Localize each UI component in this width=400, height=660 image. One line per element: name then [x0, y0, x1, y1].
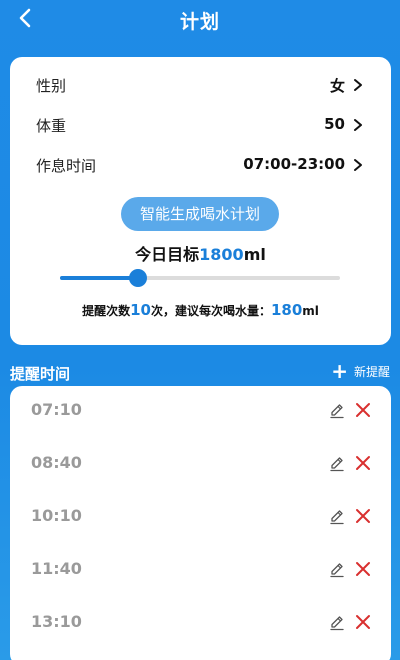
reminder-list: 07:10 08:40 10:10 11:40 13:10: [10, 386, 391, 660]
delete-x-icon[interactable]: [354, 613, 372, 631]
edit-pencil-icon[interactable]: [328, 561, 346, 579]
gender-label: 性别: [36, 77, 67, 95]
reminder-time[interactable]: 13:10: [31, 612, 82, 631]
edit-pencil-icon[interactable]: [328, 508, 346, 526]
weight-label: 体重: [36, 117, 67, 135]
slider-fill: [60, 276, 139, 280]
per-drink-amount: 180: [270, 301, 303, 319]
target-unit: ml: [243, 245, 266, 264]
per-drink-unit: ml: [302, 304, 319, 318]
gender-row[interactable]: 性别 女: [10, 67, 391, 103]
edit-pencil-icon[interactable]: [328, 402, 346, 420]
plus-icon: +: [331, 359, 348, 383]
weight-value: 50: [324, 115, 345, 133]
new-reminder-button[interactable]: + 新提醒: [331, 359, 390, 383]
reminders-section-title: 提醒时间: [10, 365, 71, 383]
reminder-time[interactable]: 10:10: [31, 506, 82, 525]
reminder-suggest-label: 次，建议每次喝水量：: [150, 304, 271, 318]
schedule-row[interactable]: 作息时间 07:00-23:00: [10, 147, 391, 183]
gender-value: 女: [329, 77, 345, 95]
header-bar: 计划: [0, 0, 400, 40]
reminder-time[interactable]: 08:40: [31, 453, 82, 472]
slider-thumb[interactable]: [129, 269, 148, 287]
chevron-right-icon: [354, 159, 362, 171]
target-amount: 1800: [199, 245, 244, 264]
new-reminder-label: 新提醒: [353, 364, 390, 379]
schedule-value: 07:00-23:00: [243, 155, 345, 173]
weight-row[interactable]: 体重 50: [10, 107, 391, 143]
reminder-row: 13:10: [10, 598, 391, 651]
reminder-time[interactable]: 07:10: [31, 400, 82, 419]
reminder-row: 08:40: [10, 439, 391, 492]
settings-card: 性别 女 体重 50 作息时间 07:00-23:00 智能生成喝水计划 今日目…: [10, 57, 391, 345]
reminder-row: 11:40: [10, 545, 391, 598]
daily-target: 今日目标1800ml: [10, 241, 391, 265]
reminder-row: 10:10: [10, 492, 391, 545]
delete-x-icon[interactable]: [354, 401, 372, 419]
edit-pencil-icon[interactable]: [328, 614, 346, 632]
chevron-right-icon: [354, 79, 362, 91]
reminder-time[interactable]: 11:40: [31, 559, 82, 578]
generate-plan-button[interactable]: 智能生成喝水计划: [121, 197, 279, 231]
page-title: 计划: [179, 11, 220, 33]
chevron-right-icon: [354, 119, 362, 131]
target-slider[interactable]: [60, 269, 340, 287]
edit-pencil-icon[interactable]: [328, 455, 346, 473]
reminder-row: 07:10: [10, 386, 391, 439]
delete-x-icon[interactable]: [354, 454, 372, 472]
target-prefix: 今日目标: [135, 245, 200, 264]
reminder-summary: 提醒次数10次，建议每次喝水量：180ml: [10, 301, 391, 319]
schedule-label: 作息时间: [36, 157, 97, 175]
delete-x-icon[interactable]: [354, 560, 372, 578]
delete-x-icon[interactable]: [354, 507, 372, 525]
reminder-count-label: 提醒次数: [82, 304, 131, 318]
reminder-count: 10: [130, 301, 151, 319]
